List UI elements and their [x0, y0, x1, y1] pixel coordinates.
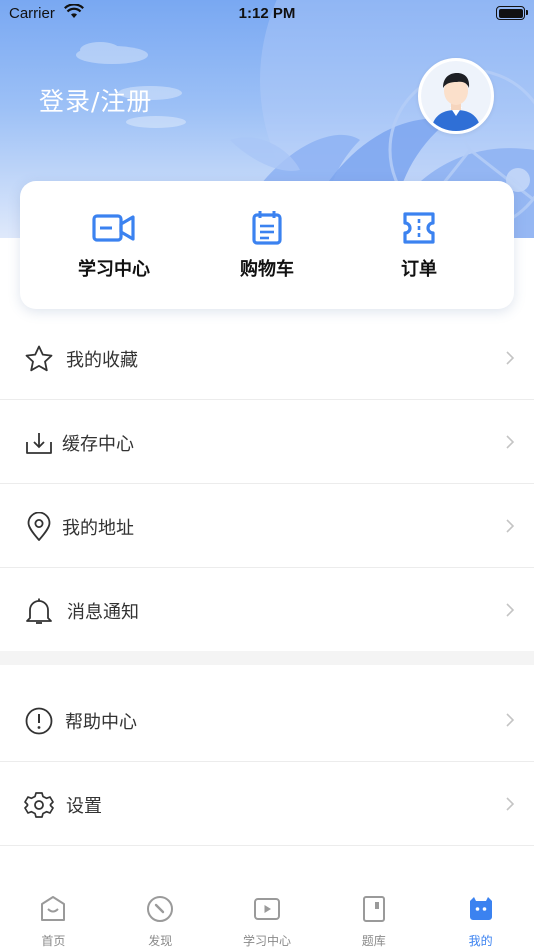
section-divider — [0, 651, 534, 665]
bell-icon — [26, 598, 52, 624]
play-icon — [253, 898, 280, 920]
tab-home[interactable]: 首页 — [0, 885, 107, 950]
chevron-right-icon — [506, 797, 515, 811]
tab-study-center[interactable]: 学习中心 — [214, 885, 321, 950]
book-icon — [362, 896, 385, 922]
status-bar: Carrier 1:12 PM — [0, 0, 534, 28]
calendar-list-icon — [252, 211, 282, 245]
shopping-cart-button[interactable]: 购物车 — [185, 181, 349, 309]
orders-label: 订单 — [401, 259, 437, 280]
clock: 1:12 PM — [238, 5, 296, 22]
menu-item-label: 消息通知 — [67, 602, 139, 623]
menu-item-label: 我的地址 — [62, 518, 134, 539]
video-camera-icon — [92, 214, 135, 242]
chevron-right-icon — [506, 603, 515, 617]
settings-gear-icon — [24, 792, 54, 818]
menu-item-favorites[interactable]: 我的收藏 — [0, 316, 534, 400]
exclamation-circle-icon — [25, 707, 53, 735]
menu-item-label: 缓存中心 — [62, 434, 134, 455]
tab-label: 发现 — [148, 934, 173, 948]
chevron-right-icon — [506, 713, 515, 727]
menu-item-notifications[interactable]: 消息通知 — [0, 568, 534, 652]
login-register-link[interactable]: 登录/注册 — [39, 82, 152, 118]
profile-icon — [469, 897, 492, 920]
bottom-tab-bar: 首页 发现 学习中心 题库 我的 — [0, 885, 534, 950]
chevron-right-icon — [506, 519, 515, 533]
menu-item-label: 我的收藏 — [66, 350, 138, 371]
tab-question-bank[interactable]: 题库 — [320, 885, 427, 950]
menu-item-label: 帮助中心 — [65, 712, 137, 733]
home-icon — [41, 896, 66, 921]
battery-icon — [496, 6, 528, 20]
download-icon — [26, 433, 52, 454]
chevron-right-icon — [506, 435, 515, 449]
tab-discover[interactable]: 发现 — [107, 885, 214, 950]
location-pin-icon — [27, 512, 51, 541]
study-center-button[interactable]: 学习中心 — [32, 181, 196, 309]
orders-button[interactable]: 订单 — [337, 181, 501, 309]
avatar-person-icon — [421, 61, 491, 131]
tab-mine[interactable]: 我的 — [427, 885, 534, 950]
tab-label: 学习中心 — [242, 934, 291, 948]
tab-label: 我的 — [468, 934, 493, 948]
study-center-label: 学习中心 — [78, 259, 150, 280]
menu-item-cache[interactable]: 缓存中心 — [0, 400, 534, 484]
menu-item-settings[interactable]: 设置 — [0, 762, 534, 846]
shopping-cart-label: 购物车 — [240, 259, 294, 280]
menu-item-address[interactable]: 我的地址 — [0, 484, 534, 568]
tab-label: 题库 — [361, 934, 386, 948]
quick-actions-card: 学习中心 购物车 订单 — [20, 181, 514, 309]
tab-label: 首页 — [41, 934, 66, 948]
compass-icon — [147, 896, 174, 922]
avatar[interactable] — [418, 58, 494, 134]
menu-item-label: 设置 — [66, 796, 102, 817]
menu-item-help[interactable]: 帮助中心 — [0, 678, 534, 762]
star-icon — [25, 345, 53, 372]
ticket-icon — [403, 212, 435, 244]
chevron-right-icon — [506, 351, 515, 365]
